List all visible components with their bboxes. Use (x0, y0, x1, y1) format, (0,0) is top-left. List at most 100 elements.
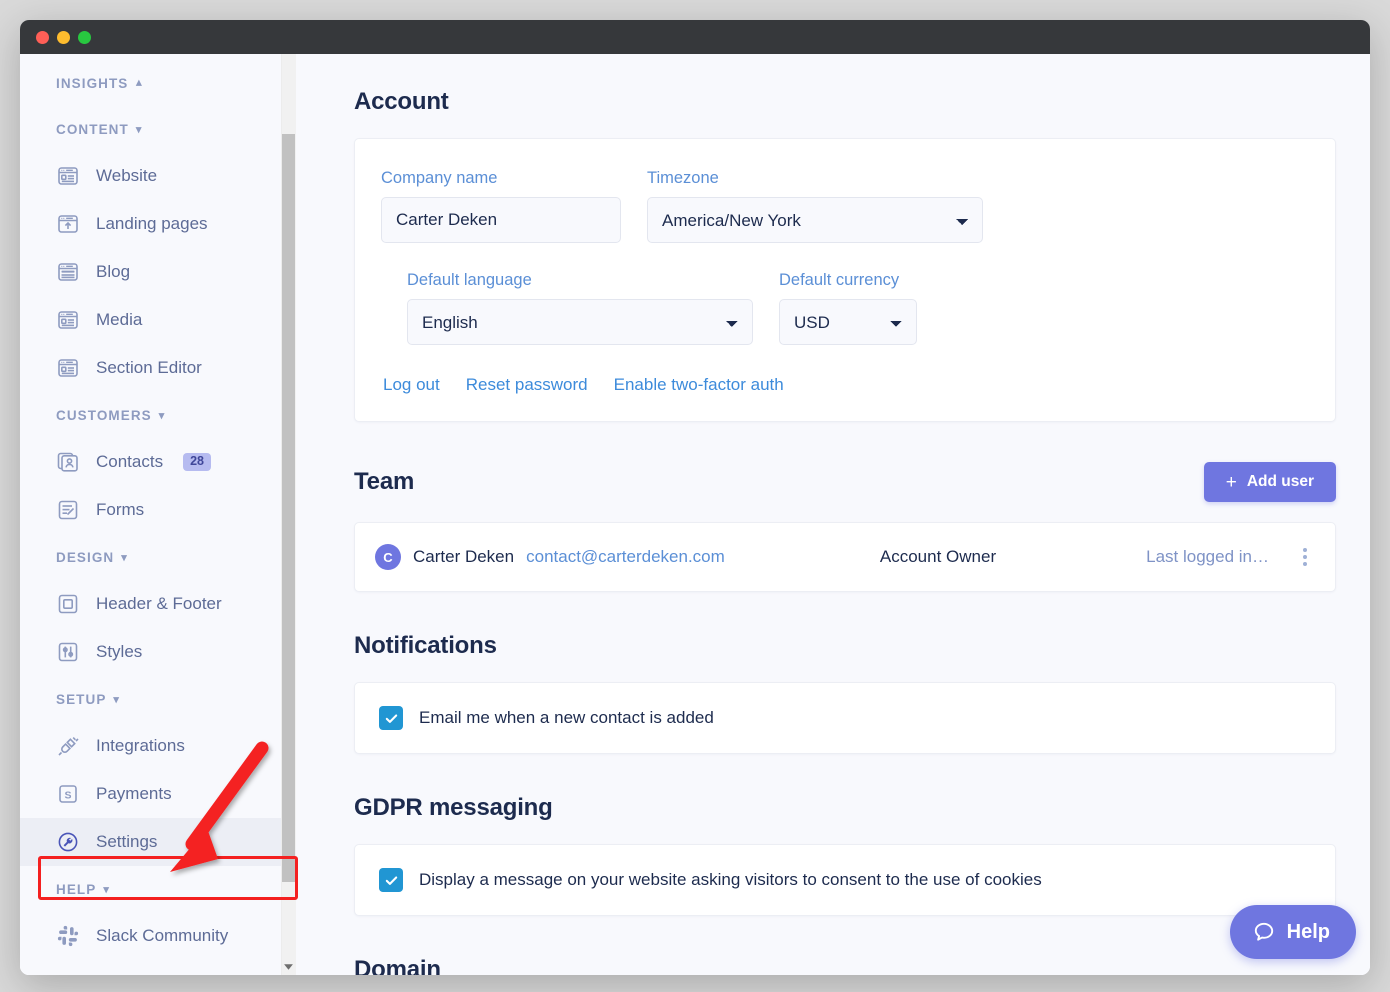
contacts-count-badge: 28 (183, 453, 211, 471)
app-body: INSIGHTS ▾ CONTENT ▾ (20, 54, 1370, 975)
chevron-down-icon: ▾ (113, 693, 120, 706)
browser-window-icon (56, 164, 80, 188)
sliders-icon (56, 640, 80, 664)
team-member-row[interactable]: C Carter Deken contact@carterdeken.com A… (354, 522, 1336, 592)
check-icon (384, 711, 399, 726)
plus-icon: + (1226, 473, 1237, 492)
stripe-s-icon: S (56, 782, 80, 806)
sidebar-item-header-footer[interactable]: Header & Footer (20, 580, 296, 628)
sidebar-item-label: Blog (96, 262, 130, 282)
browser-upload-icon (56, 212, 80, 236)
chevron-down-icon: ▾ (159, 409, 166, 422)
default-language-label: Default language (407, 271, 753, 290)
add-user-button[interactable]: + Add user (1204, 462, 1336, 502)
avatar: C (375, 544, 401, 570)
account-card: Company name Timezone America/New York D… (354, 138, 1336, 422)
scroll-down-arrow-icon[interactable] (283, 961, 294, 972)
sidebar-item-blog[interactable]: Blog (20, 248, 296, 296)
company-name-input[interactable] (381, 197, 621, 243)
sidebar-item-label: Website (96, 166, 157, 186)
sidebar-item-label: Header & Footer (96, 594, 222, 614)
window-titlebar (20, 20, 1370, 54)
account-row-2: Default language English Default currenc… (381, 271, 1309, 345)
sidebar-section-design[interactable]: DESIGN ▾ (20, 534, 296, 580)
sidebar-section-setup[interactable]: SETUP ▾ (20, 676, 296, 722)
team-header: Team + Add user (354, 462, 1336, 502)
plug-icon (56, 734, 80, 758)
sidebar-section-insights[interactable]: INSIGHTS ▾ (20, 60, 296, 106)
sidebar-item-payments[interactable]: S Payments (20, 770, 296, 818)
form-icon (56, 498, 80, 522)
help-button[interactable]: Help (1230, 905, 1356, 959)
window-maximize-button[interactable] (78, 31, 91, 44)
sidebar-item-label: Section Editor (96, 358, 202, 378)
sidebar-item-label: Forms (96, 500, 144, 520)
account-links: Log out Reset password Enable two-factor… (381, 375, 1309, 395)
team-member-last-login: Last logged in… (1146, 547, 1269, 567)
timezone-label: Timezone (647, 169, 983, 188)
slack-icon (56, 924, 80, 948)
sidebar-item-label: Landing pages (96, 214, 208, 234)
add-user-button-label: Add user (1247, 473, 1314, 491)
main-content: Account Company name Timezone America/Ne… (296, 54, 1370, 975)
app-window: INSIGHTS ▾ CONTENT ▾ (20, 20, 1370, 975)
check-icon (384, 873, 399, 888)
enable-two-factor-auth-link[interactable]: Enable two-factor auth (614, 375, 784, 395)
sidebar-item-slack-community[interactable]: Slack Community (20, 912, 296, 960)
sidebar-item-label: Styles (96, 642, 142, 662)
team-section-title: Team (354, 468, 414, 496)
gdpr-section-title: GDPR messaging (354, 794, 1336, 822)
domain-section-title: Domain (354, 956, 1336, 975)
sidebar-section-label: INSIGHTS (56, 76, 128, 91)
gdpr-consent-checkbox[interactable] (379, 868, 403, 892)
sidebar-section-customers[interactable]: CUSTOMERS ▾ (20, 392, 296, 438)
square-frame-icon (56, 592, 80, 616)
window-minimize-button[interactable] (57, 31, 70, 44)
sidebar-scrollbar-thumb[interactable] (282, 134, 295, 882)
browser-window-icon (56, 308, 80, 332)
sidebar-item-media[interactable]: Media (20, 296, 296, 344)
chevron-up-icon: ▾ (135, 77, 142, 90)
sidebar-item-forms[interactable]: Forms (20, 486, 296, 534)
sidebar-section-label: DESIGN (56, 550, 114, 565)
contact-card-icon (56, 450, 80, 474)
sidebar-item-styles[interactable]: Styles (20, 628, 296, 676)
svg-text:S: S (64, 789, 71, 801)
timezone-select[interactable]: America/New York (647, 197, 983, 243)
sidebar-item-landing-pages[interactable]: Landing pages (20, 200, 296, 248)
sidebar-item-settings[interactable]: Settings (20, 818, 296, 866)
sidebar-section-label: CUSTOMERS (56, 408, 152, 423)
team-member-name: Carter Deken (413, 547, 514, 567)
sidebar-section-label: CONTENT (56, 122, 129, 137)
reset-password-link[interactable]: Reset password (466, 375, 588, 395)
sidebar-section-help[interactable]: HELP ▾ (20, 866, 296, 912)
sidebar-item-website[interactable]: Website (20, 152, 296, 200)
notifications-card: Email me when a new contact is added (354, 682, 1336, 754)
sidebar-item-integrations[interactable]: Integrations (20, 722, 296, 770)
team-member-email[interactable]: contact@carterdeken.com (526, 547, 725, 567)
default-language-select[interactable]: English (407, 299, 753, 345)
account-row-1: Company name Timezone America/New York (381, 169, 1309, 243)
sidebar-item-contacts[interactable]: Contacts 28 (20, 438, 296, 486)
account-section-title: Account (354, 88, 1336, 116)
window-close-button[interactable] (36, 31, 49, 44)
sidebar: INSIGHTS ▾ CONTENT ▾ (20, 54, 296, 975)
log-out-link[interactable]: Log out (383, 375, 440, 395)
help-button-label: Help (1287, 921, 1330, 944)
new-contact-email-checkbox[interactable] (379, 706, 403, 730)
company-name-field: Company name (381, 169, 621, 243)
sidebar-scrollbar[interactable] (281, 54, 296, 975)
chevron-down-icon: ▾ (121, 551, 128, 564)
sidebar-item-label: Contacts (96, 452, 163, 472)
sidebar-section-label: SETUP (56, 692, 106, 707)
chevron-down-icon: ▾ (103, 883, 110, 896)
gdpr-consent-label: Display a message on your website asking… (419, 870, 1042, 890)
team-member-menu-icon[interactable] (1297, 544, 1313, 570)
default-currency-select[interactable]: USD (779, 299, 917, 345)
notifications-section-title: Notifications (354, 632, 1336, 660)
chat-bubble-icon (1252, 920, 1276, 944)
sidebar-item-section-editor[interactable]: Section Editor (20, 344, 296, 392)
company-name-label: Company name (381, 169, 621, 188)
sidebar-section-content[interactable]: CONTENT ▾ (20, 106, 296, 152)
sidebar-section-label: HELP (56, 882, 96, 897)
